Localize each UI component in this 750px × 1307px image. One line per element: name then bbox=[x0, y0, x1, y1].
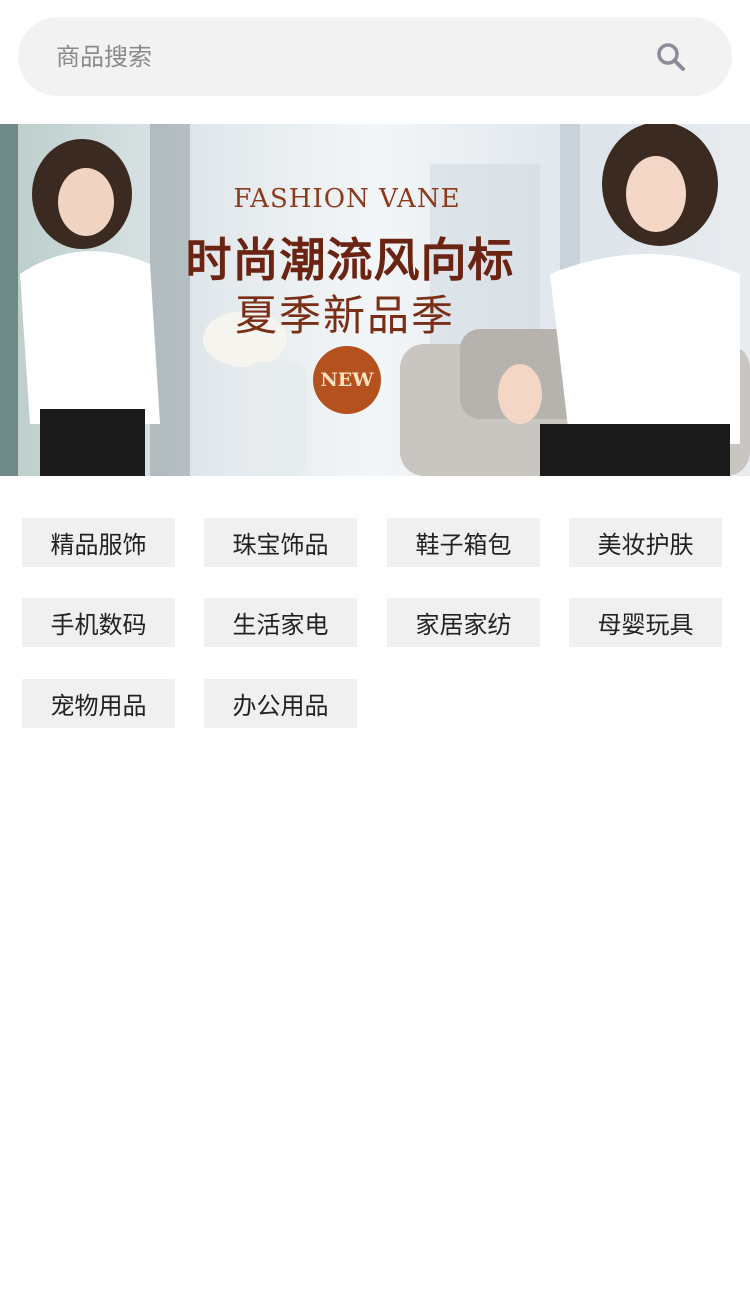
category-item-office[interactable]: 办公用品 bbox=[204, 679, 357, 728]
category-item-apparel[interactable]: 精品服饰 bbox=[22, 518, 175, 567]
banner-subtitle: 夏季新品季 bbox=[234, 291, 455, 340]
category-item-shoes-bags[interactable]: 鞋子箱包 bbox=[387, 518, 540, 567]
page: FASHION VANE 时尚潮流风向标 夏季新品季 NEW 精品服饰 珠宝饰品… bbox=[0, 0, 750, 1307]
banner-title: 时尚潮流风向标 bbox=[185, 233, 515, 287]
promo-banner[interactable]: FASHION VANE 时尚潮流风向标 夏季新品季 NEW bbox=[0, 124, 750, 476]
category-item-jewelry[interactable]: 珠宝饰品 bbox=[204, 518, 357, 567]
category-item-home-textiles[interactable]: 家居家纺 bbox=[387, 598, 540, 647]
category-item-baby-toys[interactable]: 母婴玩具 bbox=[569, 598, 722, 647]
category-item-appliances[interactable]: 生活家电 bbox=[204, 598, 357, 647]
new-badge: NEW bbox=[313, 346, 381, 414]
category-item-beauty[interactable]: 美妆护肤 bbox=[569, 518, 722, 567]
search-input[interactable] bbox=[56, 17, 616, 96]
search-icon[interactable] bbox=[655, 41, 687, 73]
search-bar[interactable] bbox=[18, 17, 732, 96]
category-item-digital[interactable]: 手机数码 bbox=[22, 598, 175, 647]
category-item-pets[interactable]: 宠物用品 bbox=[22, 679, 175, 728]
banner-eyebrow: FASHION VANE bbox=[233, 184, 461, 214]
